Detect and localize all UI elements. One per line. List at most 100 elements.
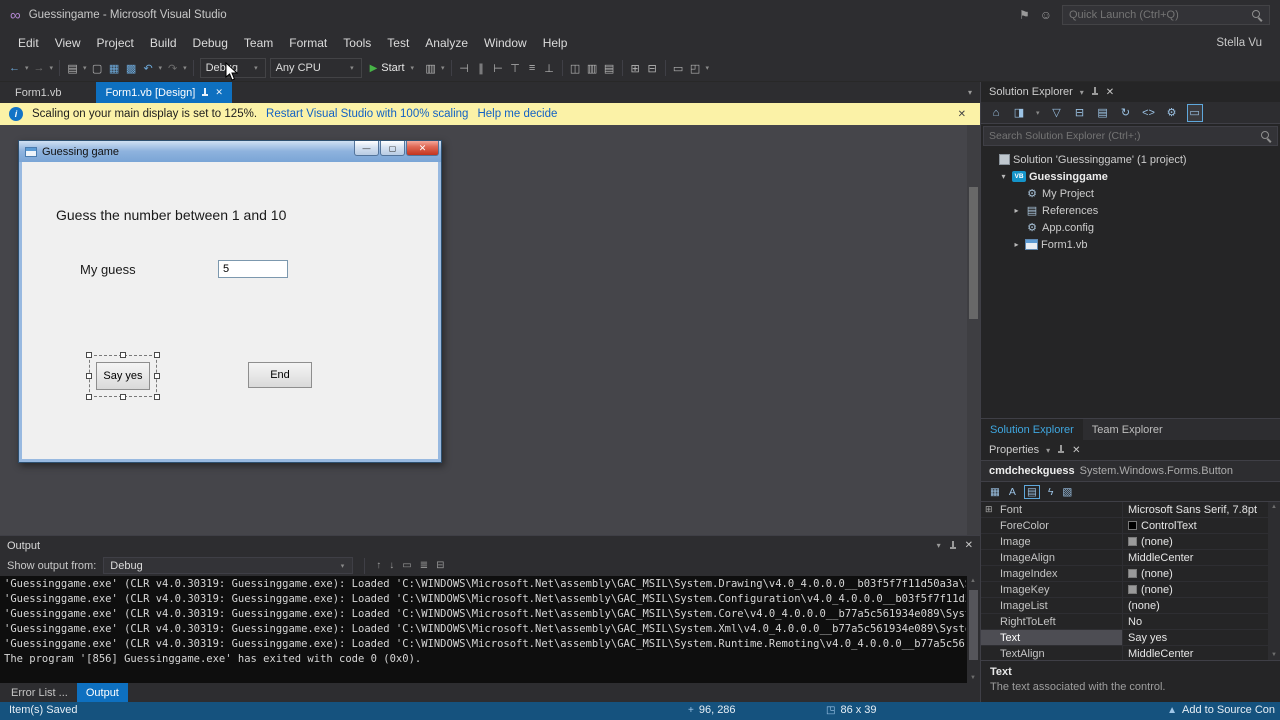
document-tab-1[interactable]: Form1.vb: [6, 82, 70, 103]
properties-object-select[interactable]: cmdcheckguess System.Windows.Forms.Butto…: [981, 460, 1280, 482]
minimize-button[interactable]: —: [354, 141, 379, 156]
tree-item[interactable]: ▸ ▤ References: [981, 202, 1280, 219]
close-icon[interactable]: ✕: [1072, 445, 1080, 456]
scroll-down-icon[interactable]: ▼: [970, 675, 976, 681]
preview-selected-items-icon[interactable]: ▭: [1186, 103, 1203, 122]
quick-launch-box[interactable]: [1062, 5, 1270, 25]
menu-item-format[interactable]: Format: [281, 32, 335, 54]
pin-icon[interactable]: [1057, 445, 1065, 455]
property-pages-icon[interactable]: ▧: [1062, 486, 1072, 498]
property-value[interactable]: MiddleCenter: [1123, 646, 1268, 660]
tree-expanded-arrow-icon[interactable]: ▾: [998, 172, 1009, 181]
tab-list-chevron-icon[interactable]: ▾: [960, 88, 980, 97]
pin-icon[interactable]: [201, 87, 209, 98]
properties-icon[interactable]: ⚙: [1164, 104, 1180, 122]
tool-tab-output[interactable]: Output: [76, 683, 128, 702]
window-position-chevron-icon[interactable]: ▾: [1046, 446, 1050, 455]
scroll-up-icon[interactable]: ▲: [1271, 504, 1277, 510]
properties-vertical-scrollbar[interactable]: ▲ ▼: [1268, 502, 1280, 660]
window-position-chevron-icon[interactable]: ▾: [937, 541, 941, 550]
redo-icon[interactable]: ↷: [164, 58, 181, 78]
align-rights-icon[interactable]: ⊢: [490, 58, 507, 78]
menu-item-project[interactable]: Project: [88, 32, 141, 54]
events-icon[interactable]: ϟ: [1048, 486, 1054, 498]
notifications-flag-icon[interactable]: ⚑: [1019, 8, 1030, 22]
performance-profiler-icon[interactable]: ▥: [422, 58, 439, 78]
new-file-icon[interactable]: ▤: [64, 58, 81, 78]
close-icon[interactable]: ✕: [1106, 87, 1114, 98]
pending-changes-filter-icon[interactable]: ▽: [1049, 104, 1065, 122]
pin-icon[interactable]: [949, 540, 957, 551]
chevron-down-icon[interactable]: ▾: [81, 64, 89, 72]
clear-all-icon[interactable]: ▭: [402, 560, 411, 571]
end-button-control[interactable]: End: [248, 362, 312, 388]
alphabetical-icon[interactable]: A: [1009, 486, 1016, 498]
resize-handle[interactable]: [86, 352, 92, 358]
solution-explorer-search-input[interactable]: [989, 130, 1257, 142]
property-value[interactable]: Microsoft Sans Serif, 7.8pt: [1123, 502, 1268, 517]
property-row-text[interactable]: Text Say yes: [981, 630, 1268, 646]
toolbox-icon[interactable]: ◰: [687, 58, 704, 78]
chevron-down-icon[interactable]: ▾: [704, 64, 712, 72]
heading-label-control[interactable]: Guess the number between 1 and 10: [56, 207, 286, 223]
resize-handle[interactable]: [120, 394, 126, 400]
help-me-decide-link[interactable]: Help me decide: [477, 108, 557, 120]
go-to-next-message-icon[interactable]: ↓: [389, 560, 394, 571]
designer-vertical-scrollbar[interactable]: [967, 125, 980, 535]
chevron-down-icon[interactable]: ▾: [1034, 109, 1042, 117]
tree-collapsed-arrow-icon[interactable]: ▸: [1011, 240, 1022, 249]
property-row-textalign[interactable]: TextAlign MiddleCenter: [981, 646, 1268, 660]
designed-form[interactable]: Guessing game — ▢ ✕ Guess the number bet…: [18, 140, 442, 463]
scrollbar-thumb[interactable]: [969, 187, 978, 319]
add-to-source-control[interactable]: ▲ Add to Source Con: [1167, 704, 1275, 716]
resize-handle[interactable]: [86, 394, 92, 400]
chevron-down-icon[interactable]: ▾: [48, 64, 56, 72]
chevron-down-icon[interactable]: ▾: [181, 64, 189, 72]
align-tops-icon[interactable]: ⊤: [507, 58, 524, 78]
tree-collapsed-arrow-icon[interactable]: ▸: [1011, 206, 1022, 215]
show-all-files-icon[interactable]: ▤: [1095, 104, 1111, 122]
align-middles-icon[interactable]: ≡: [524, 58, 541, 78]
resize-handle[interactable]: [154, 394, 160, 400]
tree-item[interactable]: Solution 'Guessinggame' (1 project): [981, 151, 1280, 168]
signed-in-user[interactable]: Stella Vu: [1216, 37, 1270, 49]
property-value[interactable]: Say yes: [1123, 630, 1268, 645]
resize-handle[interactable]: [154, 352, 160, 358]
solution-platforms-select[interactable]: Any CPU ▾: [269, 58, 362, 78]
resize-handle[interactable]: [120, 352, 126, 358]
tool-tab-error-list[interactable]: Error List ...: [2, 683, 77, 702]
scrollbar-thumb[interactable]: [969, 590, 978, 660]
form-designer-surface[interactable]: Guessing game — ▢ ✕ Guess the number bet…: [0, 125, 980, 535]
resize-handle[interactable]: [86, 373, 92, 379]
resize-handle[interactable]: [154, 373, 160, 379]
menu-item-window[interactable]: Window: [476, 32, 535, 54]
view-code-icon[interactable]: <>: [1141, 104, 1157, 122]
start-debugging-button[interactable]: ▶ Start ▾: [364, 58, 422, 78]
output-vertical-scrollbar[interactable]: ▲ ▼: [967, 576, 980, 683]
menu-item-help[interactable]: Help: [535, 32, 576, 54]
tab-order-icon[interactable]: ▭: [670, 58, 687, 78]
save-icon[interactable]: ▦: [106, 58, 123, 78]
menu-item-analyze[interactable]: Analyze: [417, 32, 476, 54]
document-tab-2[interactable]: Form1.vb [Design] ✕: [96, 82, 232, 103]
my-guess-label-control[interactable]: My guess: [80, 262, 136, 277]
output-source-select[interactable]: Debug ▾: [103, 557, 354, 574]
tab-solution-explorer[interactable]: Solution Explorer: [981, 419, 1083, 440]
toggle-messages-icon[interactable]: ⊟: [436, 560, 444, 571]
save-all-icon[interactable]: ▩: [123, 58, 140, 78]
tab-team-explorer[interactable]: Team Explorer: [1083, 419, 1172, 440]
property-value[interactable]: No: [1123, 614, 1268, 629]
menu-item-tools[interactable]: Tools: [335, 32, 379, 54]
scroll-up-icon[interactable]: ▲: [970, 578, 976, 584]
property-value[interactable]: (none): [1123, 598, 1268, 613]
menu-item-test[interactable]: Test: [379, 32, 417, 54]
property-row-imagekey[interactable]: ImageKey (none): [981, 582, 1268, 598]
property-row-font[interactable]: ⊞ Font Microsoft Sans Serif, 7.8pt: [981, 502, 1268, 518]
window-position-chevron-icon[interactable]: ▾: [1080, 88, 1084, 97]
maximize-button[interactable]: ▢: [380, 141, 405, 156]
send-feedback-icon[interactable]: ☺: [1040, 8, 1052, 22]
make-same-width-icon[interactable]: ◫: [567, 58, 584, 78]
guess-textbox-control[interactable]: [218, 260, 288, 278]
tree-item[interactable]: ⚙ My Project: [981, 185, 1280, 202]
menu-item-edit[interactable]: Edit: [10, 32, 47, 54]
